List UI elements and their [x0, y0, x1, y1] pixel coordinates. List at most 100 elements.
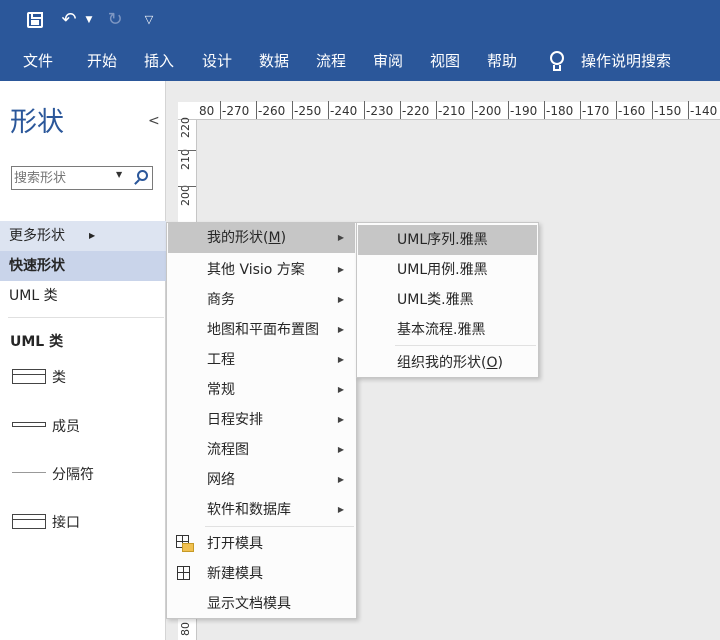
tab-help[interactable]: 帮助 [487, 51, 517, 71]
shape-interface[interactable]: 接口 [12, 509, 162, 535]
chevron-right-icon: ▶ [337, 505, 344, 514]
ruler-label: -240 [330, 104, 358, 118]
menu-item-other-visio[interactable]: 其他 Visio 方案 ▶ [168, 255, 355, 285]
menu-separator [205, 526, 354, 527]
menu-item-network[interactable]: 网络 ▶ [168, 465, 355, 495]
separator-shape-icon [12, 472, 46, 473]
redo-icon[interactable]: ↻ [104, 8, 126, 32]
menu-item-show-document-stencil[interactable]: 显示文档模具 [168, 589, 355, 619]
menu-item-label: 打开模具 [207, 536, 263, 552]
shape-label: 分隔符 [52, 467, 94, 483]
ruler-label: -180 [546, 104, 574, 118]
tab-file[interactable]: 文件 [23, 51, 53, 71]
lightbulb-icon[interactable] [548, 51, 566, 73]
menu-item-software-database[interactable]: 软件和数据库 ▶ [168, 495, 355, 525]
collapse-pane-icon[interactable]: < [148, 113, 160, 129]
customize-toolbar-icon[interactable]: ▽ [142, 8, 156, 32]
chevron-right-icon: ▶ [337, 295, 344, 304]
ruler-label: -170 [582, 104, 610, 118]
search-icon[interactable] [132, 169, 150, 187]
menu-item-label: 基本流程.雅黑 [397, 322, 486, 338]
shape-search-input[interactable] [14, 168, 112, 188]
ruler-label: 80 [179, 622, 192, 636]
tab-insert[interactable]: 插入 [144, 51, 174, 71]
chevron-right-icon: ▶ [337, 415, 344, 424]
menu-item-label: 显示文档模具 [207, 596, 291, 612]
menu-item-label: UML类.雅黑 [397, 292, 474, 308]
ruler-tick [508, 101, 509, 119]
menu-item-basic-flowchart[interactable]: 基本流程.雅黑 [358, 315, 537, 345]
quick-shapes-item[interactable]: 快速形状 [0, 251, 166, 281]
ruler-tick [292, 101, 293, 119]
stencil-title: UML 类 [10, 334, 64, 350]
shape-search-box[interactable]: ▼ [11, 166, 153, 190]
new-stencil-icon [177, 566, 190, 580]
menu-item-new-stencil[interactable]: 新建模具 [168, 559, 355, 589]
menu-item-business[interactable]: 商务 ▶ [168, 285, 355, 315]
ruler-label: 210 [179, 149, 192, 170]
tab-design[interactable]: 设计 [202, 51, 232, 71]
menu-item-uml-usecase[interactable]: UML用例.雅黑 [358, 255, 537, 285]
menu-item-label: 商务 [207, 292, 235, 308]
chevron-right-icon: ▶ [89, 231, 96, 240]
shape-separator[interactable]: 分隔符 [12, 461, 162, 487]
menu-item-label: 组织我的形状(O) [397, 355, 503, 371]
undo-icon[interactable]: ↶ [58, 8, 80, 32]
menu-item-schedule[interactable]: 日程安排 ▶ [168, 405, 355, 435]
ruler-tick [544, 101, 545, 119]
tab-home[interactable]: 开始 [87, 51, 117, 71]
chevron-right-icon: ▶ [337, 355, 344, 364]
tab-review[interactable]: 审阅 [373, 51, 403, 71]
ruler-label: 80 [199, 104, 215, 118]
tab-view[interactable]: 视图 [430, 51, 460, 71]
tab-data[interactable]: 数据 [259, 51, 289, 71]
menu-item-organize-my-shapes[interactable]: 组织我的形状(O) [358, 348, 537, 378]
ruler-tick [472, 101, 473, 119]
menu-item-label: 日程安排 [207, 412, 263, 428]
shape-class[interactable]: 类 [12, 364, 162, 390]
tab-process[interactable]: 流程 [316, 51, 346, 71]
menu-item-my-shapes[interactable]: 我的形状(M) ▶ [168, 223, 355, 253]
shapes-pane: 形状 < ▼ 更多形状 ▶ 快速形状 UML 类 UML 类 类 成员 分隔符 … [0, 81, 166, 640]
ruler-tick [220, 101, 221, 119]
shape-label: 成员 [52, 419, 80, 435]
menu-item-engineering[interactable]: 工程 ▶ [168, 345, 355, 375]
quick-access-toolbar: ↶ ▼ ↻ ▽ [0, 0, 720, 40]
chevron-right-icon: ▶ [337, 233, 344, 242]
ruler-label: -270 [222, 104, 250, 118]
ribbon-tabs: 文件 开始 插入 设计 数据 流程 审阅 视图 帮助 操作说明搜索 [0, 40, 720, 81]
menu-item-label: 网络 [207, 472, 235, 488]
menu-item-uml-class[interactable]: UML类.雅黑 [358, 285, 537, 315]
undo-dropdown-icon[interactable]: ▼ [84, 8, 94, 32]
ruler-label: -200 [474, 104, 502, 118]
member-shape-icon [12, 422, 46, 427]
shape-label: 接口 [52, 515, 80, 531]
menu-item-flowchart[interactable]: 流程图 ▶ [168, 435, 355, 465]
menu-item-label: UML序列.雅黑 [397, 232, 488, 248]
menu-item-label: 其他 Visio 方案 [207, 262, 305, 278]
open-stencil-icon [176, 535, 194, 553]
menu-item-uml-sequence[interactable]: UML序列.雅黑 [358, 225, 537, 255]
divider [8, 317, 164, 318]
ruler-label: -260 [258, 104, 286, 118]
ruler-label: -230 [366, 104, 394, 118]
menu-item-open-stencil[interactable]: 打开模具 [168, 529, 355, 559]
chevron-right-icon: ▶ [337, 325, 344, 334]
save-icon[interactable] [24, 8, 46, 32]
ruler-label: -220 [402, 104, 430, 118]
chevron-right-icon: ▶ [337, 445, 344, 454]
ruler-tick [328, 101, 329, 119]
menu-item-maps-floorplans[interactable]: 地图和平面布置图 ▶ [168, 315, 355, 345]
menu-item-label: 流程图 [207, 442, 249, 458]
shape-member[interactable]: 成员 [12, 413, 162, 439]
menu-item-label: 常规 [207, 382, 235, 398]
search-dropdown-icon[interactable]: ▼ [116, 170, 122, 179]
more-shapes-item[interactable]: 更多形状 ▶ [0, 221, 166, 251]
tell-me-search[interactable]: 操作说明搜索 [581, 51, 671, 71]
uml-class-stencil-item[interactable]: UML 类 [0, 281, 166, 311]
menu-item-general[interactable]: 常规 ▶ [168, 375, 355, 405]
class-shape-icon [12, 369, 46, 384]
chevron-right-icon: ▶ [337, 265, 344, 274]
ruler-tick [652, 101, 653, 119]
shape-label: 类 [52, 370, 66, 386]
